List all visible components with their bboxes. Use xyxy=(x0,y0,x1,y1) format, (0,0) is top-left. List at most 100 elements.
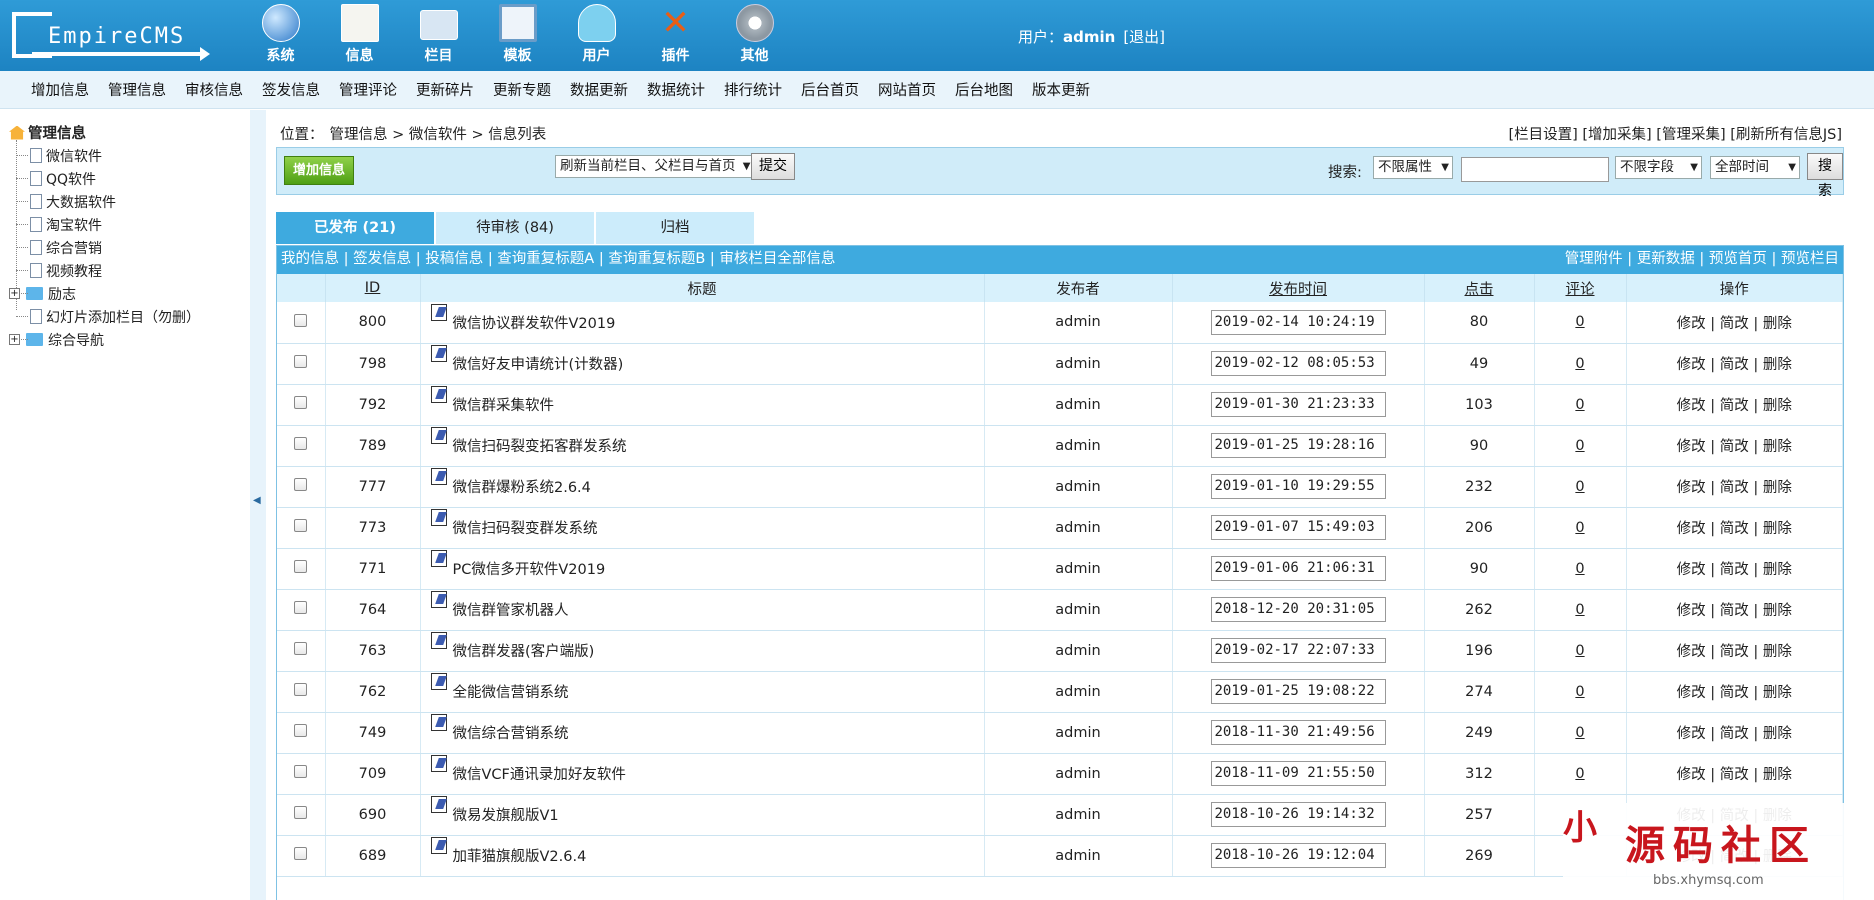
tab-archive[interactable]: 归档 xyxy=(596,212,754,244)
menu-item[interactable]: 数据更新 xyxy=(570,79,628,100)
tree-item[interactable]: 综合营销 xyxy=(14,236,246,259)
row-time-field[interactable]: 2019-01-30 21:23:33 xyxy=(1210,392,1386,417)
submit-button[interactable]: 提交 xyxy=(751,153,795,180)
row-checkbox[interactable] xyxy=(294,355,308,368)
sidebar-splitter[interactable]: ◀ xyxy=(250,110,266,900)
menu-item[interactable]: 后台首页 xyxy=(801,79,859,100)
col-comments[interactable]: 评论 xyxy=(1534,274,1627,302)
column-links[interactable]: [栏目设置] [增加采集] [管理采集] [刷新所有信息JS] xyxy=(1508,123,1842,144)
row-actions[interactable]: 修改 | 简改 | 删除 xyxy=(1626,630,1843,672)
row-title[interactable]: 微信扫码裂变拓客群发系统 xyxy=(453,439,627,455)
menu-item[interactable]: 管理评论 xyxy=(339,79,397,100)
tree-item[interactable]: 微信软件 xyxy=(14,144,246,167)
row-checkbox[interactable] xyxy=(294,313,308,327)
edit-doc-icon[interactable] xyxy=(430,796,447,813)
expand-icon[interactable]: + xyxy=(9,334,20,345)
row-checkbox[interactable] xyxy=(294,560,308,573)
col-time[interactable]: 发布时间 xyxy=(1172,274,1425,302)
row-title[interactable]: 微信群发器(客户端版) xyxy=(453,644,595,660)
row-time-field[interactable]: 2019-01-06 21:06:31 xyxy=(1210,556,1386,581)
row-actions[interactable]: 修改 | 简改 | 删除 xyxy=(1626,425,1843,467)
tree-item[interactable]: QQ软件 xyxy=(14,167,246,190)
tree-root[interactable]: 管理信息 xyxy=(9,122,86,143)
tab-pending[interactable]: 待审核 (84) xyxy=(436,212,594,244)
row-select[interactable] xyxy=(277,835,326,877)
edit-doc-icon[interactable] xyxy=(430,509,447,526)
menu-item[interactable]: 更新碎片 xyxy=(416,79,474,100)
tree-item[interactable]: 大数据软件 xyxy=(14,190,246,213)
row-title[interactable]: 全能微信营销系统 xyxy=(453,685,569,701)
breadcrumb-path[interactable]: 管理信息 > 微信软件 > 信息列表 xyxy=(330,127,547,143)
menu-item[interactable]: 增加信息 xyxy=(31,79,89,100)
row-comments[interactable]: 0 xyxy=(1575,479,1584,495)
row-actions[interactable]: 修改 | 简改 | 删除 xyxy=(1626,466,1843,508)
row-actions[interactable]: 修改 | 简改 | 删除 xyxy=(1626,302,1843,344)
tree-folder[interactable]: + 励志 xyxy=(9,282,246,305)
menu-item[interactable]: 版本更新 xyxy=(1032,79,1090,100)
row-comments[interactable]: 0 xyxy=(1575,438,1584,454)
menu-item[interactable]: 后台地图 xyxy=(955,79,1013,100)
edit-doc-icon[interactable] xyxy=(430,345,447,362)
row-select[interactable] xyxy=(277,589,326,631)
module-system[interactable]: 系统 xyxy=(241,4,320,65)
module-template[interactable]: 模板 xyxy=(478,4,557,65)
col-clicks[interactable]: 点击 xyxy=(1424,274,1535,302)
row-checkbox[interactable] xyxy=(294,437,308,450)
row-time-field[interactable]: 2019-01-25 19:08:22 xyxy=(1210,679,1386,704)
menu-item[interactable]: 管理信息 xyxy=(108,79,166,100)
module-user[interactable]: 用户 xyxy=(557,4,636,65)
expand-icon[interactable]: + xyxy=(9,288,20,299)
row-select[interactable] xyxy=(277,630,326,672)
row-checkbox[interactable] xyxy=(294,519,308,532)
row-checkbox[interactable] xyxy=(294,806,308,819)
row-checkbox[interactable] xyxy=(294,601,308,614)
search-button[interactable]: 搜索 xyxy=(1807,153,1843,199)
row-actions[interactable]: 修改 | 简改 | 删除 xyxy=(1626,589,1843,631)
row-checkbox[interactable] xyxy=(294,765,308,778)
row-comments[interactable]: 0 xyxy=(1575,684,1584,700)
row-comments[interactable]: 0 xyxy=(1575,766,1584,782)
attr-select[interactable]: 不限属性 xyxy=(1373,156,1453,179)
row-comments[interactable]: 0 xyxy=(1575,356,1584,372)
add-info-button[interactable]: 增加信息 xyxy=(284,156,355,185)
menu-item[interactable]: 网站首页 xyxy=(878,79,936,100)
tab-published[interactable]: 已发布 (21) xyxy=(276,212,434,244)
row-title[interactable]: 加菲猫旗舰版V2.6.4 xyxy=(453,849,587,865)
edit-doc-icon[interactable] xyxy=(430,755,447,772)
col-id[interactable]: ID xyxy=(325,274,421,302)
row-title[interactable]: 微信扫码裂变群发系统 xyxy=(453,521,598,537)
row-checkbox[interactable] xyxy=(294,642,308,655)
row-title[interactable]: 微信综合营销系统 xyxy=(453,726,569,742)
row-time-field[interactable]: 2018-10-26 19:12:04 xyxy=(1210,843,1386,868)
row-comments[interactable]: 0 xyxy=(1575,314,1584,330)
row-title[interactable]: PC微信多开软件V2019 xyxy=(453,562,606,578)
row-comments[interactable]: 0 xyxy=(1575,397,1584,413)
row-time-field[interactable]: 2019-01-10 19:29:55 xyxy=(1210,474,1386,499)
row-time-field[interactable]: 2019-02-12 08:05:53 xyxy=(1210,351,1386,376)
menu-item[interactable]: 数据统计 xyxy=(647,79,705,100)
row-checkbox[interactable] xyxy=(294,724,308,737)
list-action-links[interactable]: 管理附件 | 更新数据 | 预览首页 | 预览栏目 xyxy=(1565,246,1839,273)
row-actions[interactable]: 修改 | 简改 | 删除 xyxy=(1626,343,1843,385)
row-comments[interactable]: 0 xyxy=(1575,520,1584,536)
row-select[interactable] xyxy=(277,548,326,590)
row-actions[interactable]: 修改 | 简改 | 删除 xyxy=(1626,671,1843,713)
logout-link[interactable]: [退出] xyxy=(1123,28,1165,46)
row-actions[interactable]: 修改 | 简改 | 删除 xyxy=(1626,384,1843,426)
row-time-field[interactable]: 2019-01-25 19:28:16 xyxy=(1210,433,1386,458)
tree-folder[interactable]: + 综合导航 xyxy=(9,328,246,351)
row-time-field[interactable]: 2019-01-07 15:49:03 xyxy=(1210,515,1386,540)
row-comments[interactable]: 0 xyxy=(1575,643,1584,659)
row-actions[interactable]: 修改 | 简改 | 删除 xyxy=(1626,753,1843,795)
module-column[interactable]: 栏目 xyxy=(399,4,478,65)
row-checkbox[interactable] xyxy=(294,683,308,696)
row-select[interactable] xyxy=(277,753,326,795)
edit-doc-icon[interactable] xyxy=(430,591,447,608)
field-select[interactable]: 不限字段 xyxy=(1615,156,1702,179)
row-select[interactable] xyxy=(277,466,326,508)
row-comments[interactable]: 0 xyxy=(1575,725,1584,741)
row-title[interactable]: 微信协议群发软件V2019 xyxy=(453,316,616,332)
row-time-field[interactable]: 2018-11-30 21:49:56 xyxy=(1210,720,1386,745)
row-actions[interactable]: 修改 | 简改 | 删除 xyxy=(1626,712,1843,754)
edit-doc-icon[interactable] xyxy=(430,468,447,485)
